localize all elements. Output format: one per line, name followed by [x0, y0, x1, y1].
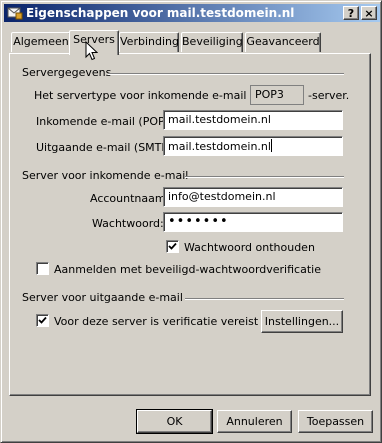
- outgoing-server-label: Uitgaande e-mail (SMTP):: [36, 141, 177, 154]
- mouse-pointer-icon: [85, 41, 98, 61]
- tab-beveiliging[interactable]: Beveiliging: [181, 32, 243, 52]
- incoming-group-heading: Server voor inkomende e-mail: [22, 169, 189, 182]
- servers-tab-panel: Servergegevens Het servertype voor inkom…: [9, 53, 371, 396]
- divider: [108, 73, 344, 75]
- close-button[interactable]: ×: [361, 6, 377, 20]
- remember-password-label[interactable]: Wachtwoord onthouden: [184, 241, 315, 254]
- smtp-auth-label[interactable]: Voor deze server is verificatie vereist: [54, 315, 258, 328]
- server-type-value: POP3: [250, 85, 304, 105]
- tab-geavanceerd[interactable]: Geavanceerd: [245, 32, 321, 52]
- apply-button[interactable]: Toepassen: [298, 410, 373, 433]
- server-type-suffix: -server.: [308, 89, 350, 102]
- text-caret: [270, 139, 272, 152]
- tab-algemeen[interactable]: Algemeen: [11, 32, 71, 52]
- checkmark-icon: [38, 316, 47, 324]
- server-type-label: Het servertype voor inkomende e-mail is …: [34, 89, 287, 102]
- checkmark-icon: [168, 242, 177, 250]
- properties-dialog: Eigenschappen voor mail.testdomein.nl ? …: [0, 0, 382, 443]
- title-bar: Eigenschappen voor mail.testdomein.nl ? …: [4, 4, 380, 22]
- cancel-button[interactable]: Annuleren: [217, 410, 292, 433]
- window-title: Eigenschappen voor mail.testdomein.nl: [26, 6, 295, 20]
- outgoing-server-input[interactable]: mail.testdomein.nl: [163, 136, 343, 156]
- incoming-server-input[interactable]: mail.testdomein.nl: [163, 110, 343, 130]
- tab-verbinding[interactable]: Verbinding: [119, 32, 179, 52]
- mail-account-icon: [7, 7, 23, 20]
- incoming-server-label: Inkomende e-mail (POP3):: [36, 115, 180, 128]
- password-input[interactable]: •••••••: [163, 212, 343, 232]
- password-label: Wachtwoord:: [92, 217, 164, 230]
- account-name-label: Accountnaam:: [90, 192, 170, 205]
- remember-password-checkbox[interactable]: [166, 240, 179, 253]
- smtp-auth-checkbox[interactable]: [36, 314, 49, 327]
- help-button[interactable]: ?: [343, 6, 359, 20]
- servergegevens-heading: Servergegevens: [22, 66, 112, 79]
- outgoing-group-heading: Server voor uitgaande e-mail: [22, 291, 183, 304]
- divider: [185, 176, 344, 178]
- spa-checkbox[interactable]: [36, 262, 49, 275]
- divider: [185, 298, 344, 300]
- settings-button[interactable]: Instellingen...: [261, 310, 343, 333]
- spa-label[interactable]: Aanmelden met beveiligd-wachtwoordverifi…: [54, 263, 321, 276]
- ok-button[interactable]: OK: [136, 409, 213, 434]
- account-name-input[interactable]: info@testdomein.nl: [163, 187, 343, 207]
